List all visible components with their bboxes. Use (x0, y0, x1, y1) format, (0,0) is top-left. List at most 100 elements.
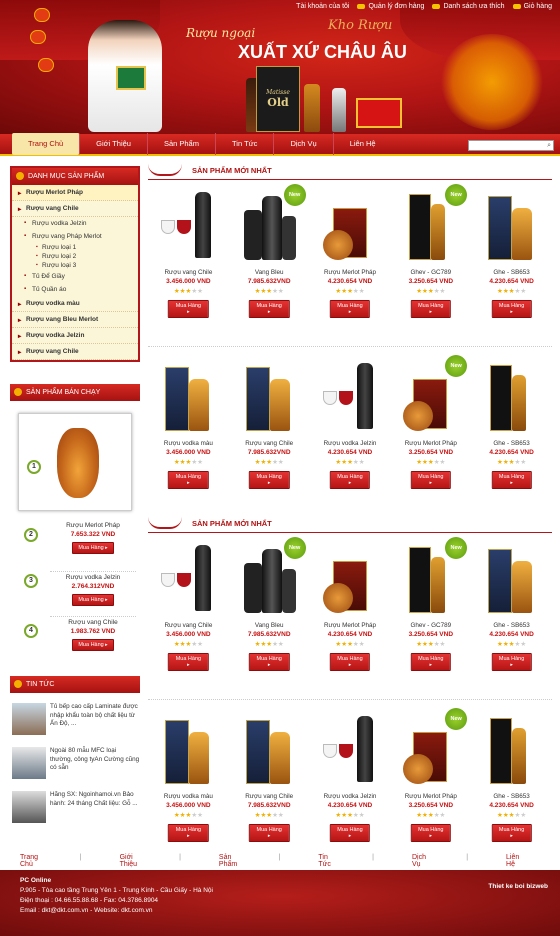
buy-button[interactable]: Mua Hàng (72, 594, 114, 606)
nav-contact[interactable]: Liên Hệ (334, 133, 392, 155)
buy-button[interactable]: Mua Hàng (248, 653, 290, 671)
buy-button[interactable]: Mua Hàng (329, 300, 371, 318)
footer-link-contact[interactable]: Liên Hệ (506, 854, 522, 868)
buy-button[interactable]: Mua Hàng (329, 824, 371, 842)
product-name[interactable]: Rượu vang Chile (148, 269, 229, 276)
product-image[interactable] (321, 714, 379, 788)
product-image[interactable] (240, 361, 298, 435)
news-item[interactable]: Tủ bếp cao cấp Laminate được nhập khẩu t… (12, 703, 140, 737)
buy-button[interactable]: Mua Hàng (491, 471, 532, 489)
bestseller-featured-image[interactable]: 1 (18, 413, 132, 511)
product-image[interactable] (482, 190, 540, 264)
product-image[interactable] (159, 543, 217, 617)
news-thumbnail[interactable] (12, 791, 46, 823)
product-name[interactable]: Ghev - GC789 (390, 269, 471, 276)
nav-news[interactable]: Tin Tức (216, 133, 275, 155)
product-image[interactable] (482, 361, 540, 435)
product-name[interactable]: Rượu vodka Jelzin (310, 440, 391, 447)
category-item[interactable]: Rượu loại 2 (12, 252, 138, 261)
buy-button[interactable]: Mua Hàng (491, 824, 532, 842)
product-image[interactable] (321, 361, 379, 435)
buy-button[interactable]: Mua Hàng (72, 639, 114, 651)
buy-button[interactable]: Mua Hàng (248, 300, 290, 318)
footer-link-about[interactable]: Giới Thiệu (120, 854, 142, 868)
buy-button[interactable]: Mua Hàng (491, 300, 532, 318)
footer-link-news[interactable]: Tin Tức (318, 854, 334, 868)
buy-button[interactable]: Mua Hàng (329, 653, 371, 671)
category-item[interactable]: Rượu vang Chile (12, 344, 138, 360)
product-name[interactable]: Ghe - SB653 (471, 440, 552, 447)
product-name[interactable]: Rượu Merlot Pháp (50, 522, 136, 529)
buy-button[interactable]: Mua Hàng (248, 471, 290, 489)
footer-link-products[interactable]: Sản Phẩm (219, 854, 241, 868)
product-name[interactable]: Ghe - SB653 (471, 622, 552, 629)
buy-button[interactable]: Mua Hàng (329, 471, 371, 489)
wishlist-link[interactable]: Danh sách ưa thích (432, 3, 505, 10)
product-name[interactable]: Rượu vang Chile (148, 622, 229, 629)
news-item[interactable]: Ngoài 80 mẫu MFC loại thường, công tyAn … (12, 747, 140, 781)
product-name[interactable]: Ghev - GC789 (390, 622, 471, 629)
nav-services[interactable]: Dịch Vụ (274, 133, 334, 155)
category-item[interactable]: Rượu loại 1 (12, 243, 138, 252)
news-text[interactable]: Tủ bếp cao cấp Laminate được nhập khẩu t… (50, 703, 140, 737)
buy-button[interactable]: Mua Hàng (72, 542, 114, 554)
buy-button[interactable]: Mua Hàng (168, 300, 209, 318)
news-thumbnail[interactable] (12, 747, 46, 779)
buy-button[interactable]: Mua Hàng (168, 653, 209, 671)
buy-button[interactable]: Mua Hàng (168, 824, 209, 842)
category-item[interactable]: Rượu Merlot Pháp (12, 185, 138, 201)
product-image[interactable] (482, 543, 540, 617)
product-name[interactable]: Rượu vodka màu (148, 440, 229, 447)
buy-button[interactable]: Mua Hàng (410, 653, 451, 671)
footer-link-services[interactable]: Dịch Vụ (412, 854, 428, 868)
product-name[interactable]: Rượu vodka màu (148, 793, 229, 800)
news-text[interactable]: Hãng SX: Ngoinhamoi.vn Bảo hành: 24 thán… (50, 791, 140, 825)
footer-link-home[interactable]: Trang Chủ (20, 854, 42, 868)
category-item[interactable]: Rượu vodka Jelzin (12, 328, 138, 344)
product-image[interactable] (159, 714, 217, 788)
product-name[interactable]: Rượu vodka Jelzin (50, 574, 136, 581)
orders-link[interactable]: Quản lý đơn hàng (357, 3, 424, 10)
product-name[interactable]: Rượu Merlot Pháp (390, 440, 471, 447)
buy-button[interactable]: Mua Hàng (168, 471, 209, 489)
product-name[interactable]: Ghe - SB653 (471, 269, 552, 276)
buy-button[interactable]: Mua Hàng (248, 824, 290, 842)
nav-products[interactable]: Sản Phẩm (148, 133, 216, 155)
product-image[interactable] (159, 190, 217, 264)
product-name[interactable]: Ghe - SB653 (471, 793, 552, 800)
product-image[interactable] (321, 543, 379, 617)
category-item[interactable]: Tủ Quần áo (12, 283, 138, 296)
product-name[interactable]: Vang Bleu (229, 269, 310, 276)
account-link[interactable]: Tài khoản của tôi (296, 3, 349, 10)
product-name[interactable]: Vang Bleu (229, 622, 310, 629)
news-item[interactable]: Hãng SX: Ngoinhamoi.vn Bảo hành: 24 thán… (12, 791, 140, 825)
news-thumbnail[interactable] (12, 703, 46, 735)
product-image[interactable] (159, 361, 217, 435)
product-name[interactable]: Rượu vang Chile (229, 793, 310, 800)
nav-about[interactable]: Giới Thiệu (80, 133, 148, 155)
category-item[interactable]: Tủ Để Giầy (12, 270, 138, 283)
product-name[interactable]: Rượu vang Chile (229, 440, 310, 447)
product-name[interactable]: Rượu Merlot Pháp (310, 622, 391, 629)
category-item[interactable]: Rượu loại 3 (12, 261, 138, 270)
product-name[interactable]: Rượu vodka Jelzin (310, 793, 391, 800)
buy-button[interactable]: Mua Hàng (491, 653, 532, 671)
product-name[interactable]: Rượu Merlot Pháp (310, 269, 391, 276)
buy-button[interactable]: Mua Hàng (410, 824, 451, 842)
designer-credit[interactable]: Thiet ke boi bizweb (488, 882, 548, 892)
cart-link[interactable]: Giỏ hàng (512, 3, 552, 10)
category-item[interactable]: Rượu vodka Jelzin (12, 217, 138, 230)
site-logo[interactable]: Kho Rượu (328, 18, 392, 33)
nav-home[interactable]: Trang Chủ (12, 133, 81, 155)
buy-button[interactable]: Mua Hàng (410, 300, 451, 318)
product-image[interactable] (482, 714, 540, 788)
category-item[interactable]: Rượu vang Pháp Merlot (12, 230, 138, 243)
category-item[interactable]: Rượu vang Bleu Merlot (12, 312, 138, 328)
product-image[interactable] (321, 190, 379, 264)
buy-button[interactable]: Mua Hàng (410, 471, 451, 489)
category-item[interactable]: Rượu vodka màu (12, 296, 138, 312)
product-name[interactable]: Rượu Merlot Pháp (390, 793, 471, 800)
product-name[interactable]: Rượu vang Chile (50, 619, 136, 626)
product-image[interactable] (240, 714, 298, 788)
search-icon[interactable]: ⌕ (547, 142, 551, 150)
